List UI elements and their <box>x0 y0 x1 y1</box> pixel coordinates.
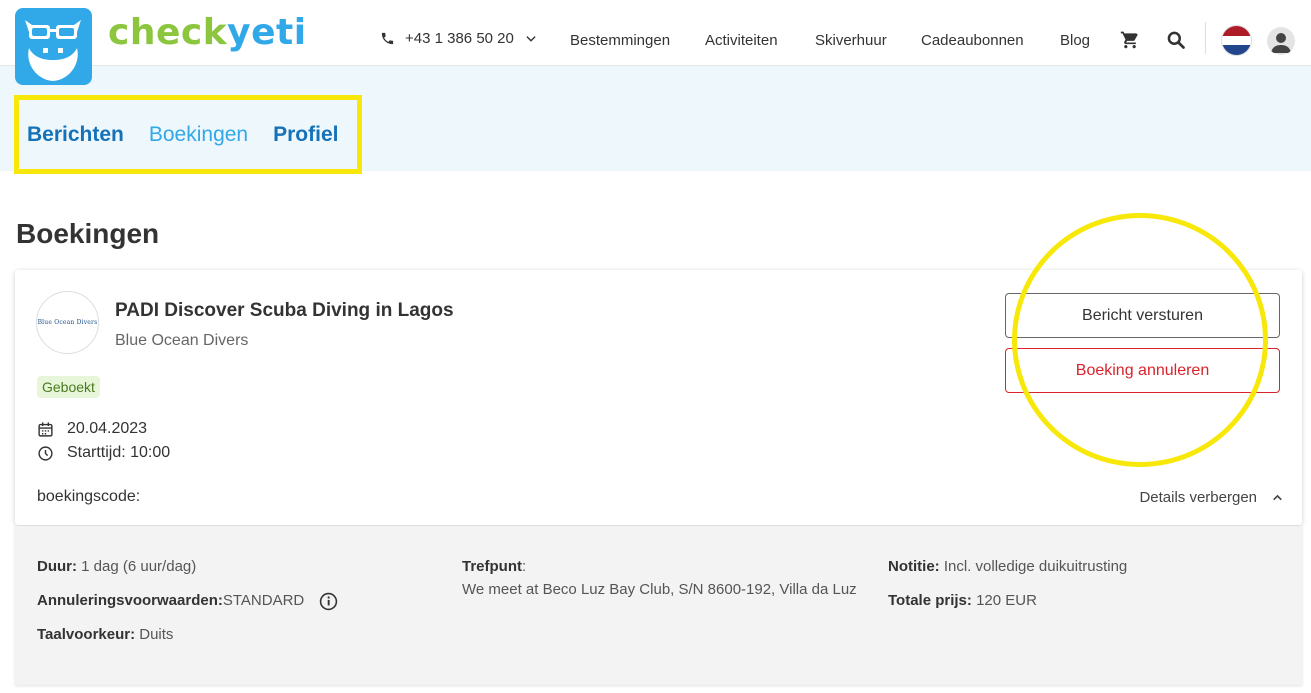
booking-details-panel: Duur: 1 dag (6 uur/dag) Annuleringsvoorw… <box>15 526 1302 685</box>
cancel-booking-button[interactable]: Boeking annuleren <box>1005 348 1280 393</box>
chevron-down-icon <box>526 35 536 42</box>
provider-name: Blue Ocean Divers <box>115 332 249 349</box>
status-badge: Geboekt <box>37 376 100 398</box>
booking-time-row: Starttijd: 10:00 <box>37 444 170 462</box>
page-title: Boekingen <box>16 218 160 249</box>
detail-note: Notitie: Incl. volledige duikuitrusting <box>888 558 1128 575</box>
clock-icon <box>38 445 53 461</box>
nav-cadeaubonnen[interactable]: Cadeaubonnen <box>921 32 1024 49</box>
cart-icon[interactable] <box>1119 29 1141 51</box>
header-divider <box>1205 22 1206 54</box>
search-icon[interactable] <box>1165 29 1187 51</box>
nav-skiverhuur[interactable]: Skiverhuur <box>815 32 887 49</box>
send-message-button[interactable]: Bericht versturen <box>1005 293 1280 338</box>
detail-meeting-label: Trefpunt: <box>462 558 527 575</box>
detail-total-price: Totale prijs: 120 EUR <box>888 592 1037 609</box>
brand-logo-text[interactable]: checkyeti <box>108 12 307 53</box>
booking-card: Blue Ocean Divers PADI Discover Scuba Di… <box>15 270 1302 525</box>
site-header: checkyeti +43 1 386 50 20 Bestemmingen A… <box>0 0 1311 66</box>
user-icon[interactable] <box>1267 27 1295 55</box>
booking-date-row: 20.04.2023 <box>37 420 147 438</box>
start-time: Starttijd: 10:00 <box>67 444 171 461</box>
detail-cancellation: Annuleringsvoorwaarden: STANDARD <box>37 590 338 612</box>
detail-language: Taalvoorkeur: Duits <box>37 626 174 643</box>
tab-boekingen[interactable]: Boekingen <box>149 123 248 147</box>
details-toggle[interactable]: Details verbergen <box>1139 489 1284 506</box>
info-icon[interactable] <box>319 592 338 611</box>
calendar-icon <box>38 421 53 437</box>
nav-blog[interactable]: Blog <box>1060 32 1090 49</box>
nav-activiteiten[interactable]: Activiteiten <box>705 32 778 49</box>
phone-dropdown[interactable]: +43 1 386 50 20 <box>380 30 538 47</box>
provider-logo: Blue Ocean Divers <box>36 291 99 354</box>
detail-meeting-point: We meet at Beco Luz Bay Club, S/N 8600-1… <box>462 581 857 598</box>
account-subnav: Berichten Boekingen Profiel <box>14 95 362 174</box>
phone-number: +43 1 386 50 20 <box>405 30 514 47</box>
booking-code: boekingscode: <box>37 488 141 505</box>
flag-nl-icon[interactable] <box>1222 26 1251 55</box>
detail-duration: Duur: 1 dag (6 uur/dag) <box>37 558 197 575</box>
booking-date: 20.04.2023 <box>67 420 148 437</box>
tab-berichten[interactable]: Berichten <box>27 123 124 147</box>
chevron-up-icon <box>1273 494 1282 501</box>
nav-bestemmingen[interactable]: Bestemmingen <box>570 32 670 49</box>
phone-icon <box>381 32 394 45</box>
tab-profiel[interactable]: Profiel <box>273 123 338 147</box>
yeti-logo-icon[interactable] <box>15 8 92 85</box>
activity-title[interactable]: PADI Discover Scuba Diving in Lagos <box>115 300 454 322</box>
